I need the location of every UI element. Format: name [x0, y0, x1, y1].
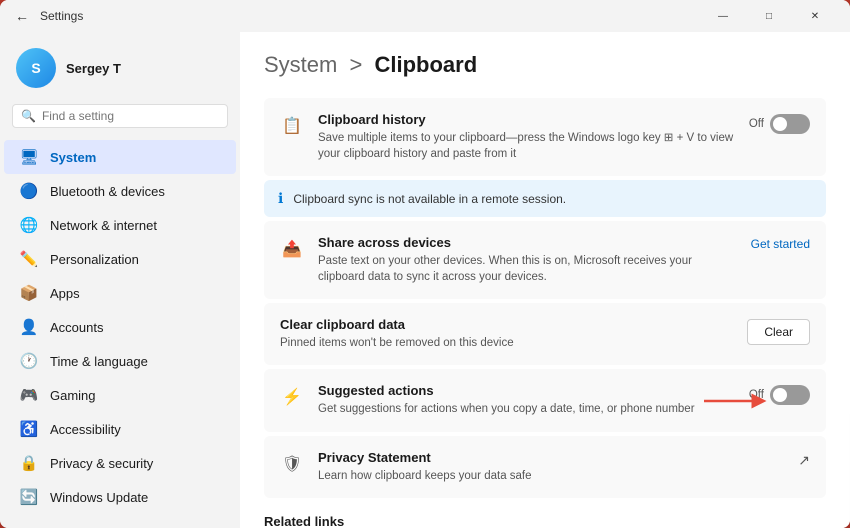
clear-clipboard-title: Clear clipboard data [280, 317, 733, 332]
accessibility-icon: ♿ [20, 420, 38, 438]
suggested-actions-icon: ⚡ [280, 385, 304, 409]
user-name: Sergey T [66, 61, 121, 76]
sidebar-item-apps[interactable]: 📦 Apps [4, 276, 236, 310]
privacy-label: Privacy & security [50, 456, 153, 471]
accessibility-label: Accessibility [50, 422, 121, 437]
content-area: S Sergey T 🔍 🖥 System 🔵 Bluetooth & devi… [0, 32, 850, 528]
avatar: S [16, 48, 56, 88]
settings-window: ← Settings — □ ✕ S Sergey T 🔍 🖥 System 🔵… [0, 0, 850, 528]
privacy-statement-card: 🛡 Privacy Statement Learn how clipboard … [264, 436, 826, 498]
personalization-icon: ✏️ [20, 250, 38, 268]
clipboard-history-desc: Save multiple items to your clipboard—pr… [318, 130, 735, 162]
main-content: System > Clipboard 📋 Clipboard history S… [240, 32, 850, 528]
toggle-knob [773, 117, 787, 131]
privacy-icon: 🔒 [20, 454, 38, 472]
privacy-title: Privacy Statement [318, 450, 784, 465]
clipboard-history-card: 📋 Clipboard history Save multiple items … [264, 98, 826, 176]
privacy-body: Privacy Statement Learn how clipboard ke… [318, 450, 784, 484]
get-started-button[interactable]: Get started [751, 237, 810, 251]
share-devices-title: Share across devices [318, 235, 737, 250]
sidebar-item-update[interactable]: 🔄 Windows Update [4, 480, 236, 514]
update-icon: 🔄 [20, 488, 38, 506]
clipboard-history-icon: 📋 [280, 114, 304, 138]
accounts-label: Accounts [50, 320, 103, 335]
minimize-button[interactable]: — [700, 0, 746, 32]
related-links-header: Related links [264, 514, 826, 528]
breadcrumb-parent[interactable]: System [264, 52, 337, 77]
personalization-label: Personalization [50, 252, 139, 267]
system-icon: 🖥 [20, 148, 38, 166]
nav-list: 🖥 System 🔵 Bluetooth & devices 🌐 Network… [0, 140, 240, 514]
info-icon: ℹ [278, 190, 283, 207]
clipboard-history-body: Clipboard history Save multiple items to… [318, 112, 735, 162]
share-devices-card: 📤 Share across devices Paste text on you… [264, 221, 826, 299]
network-label: Network & internet [50, 218, 157, 233]
breadcrumb-current: Clipboard [374, 52, 477, 77]
search-icon: 🔍 [21, 109, 36, 123]
maximize-button[interactable]: □ [746, 0, 792, 32]
back-button[interactable]: ← [12, 6, 32, 26]
sidebar-item-network[interactable]: 🌐 Network & internet [4, 208, 236, 242]
sidebar-item-bluetooth[interactable]: 🔵 Bluetooth & devices [4, 174, 236, 208]
gaming-label: Gaming [50, 388, 96, 403]
bluetooth-icon: 🔵 [20, 182, 38, 200]
accounts-icon: 👤 [20, 318, 38, 336]
suggested-actions-card: ⚡ Suggested actions Get suggestions for … [264, 369, 826, 431]
notice-text: Clipboard sync is not available in a rem… [293, 192, 566, 206]
window-title: Settings [40, 9, 83, 23]
bluetooth-label: Bluetooth & devices [50, 184, 165, 199]
sidebar-item-accessibility[interactable]: ♿ Accessibility [4, 412, 236, 446]
titlebar: ← Settings — □ ✕ [0, 0, 850, 32]
suggested-actions-desc: Get suggestions for actions when you cop… [318, 401, 735, 417]
window-controls: — □ ✕ [700, 0, 838, 32]
sidebar-item-accounts[interactable]: 👤 Accounts [4, 310, 236, 344]
clipboard-history-toggle-label: Off [749, 118, 764, 130]
share-devices-desc: Paste text on your other devices. When t… [318, 253, 737, 285]
gaming-icon: 🎮 [20, 386, 38, 404]
update-label: Windows Update [50, 490, 148, 505]
clear-clipboard-action: Clear [747, 319, 810, 345]
clear-clipboard-body: Clear clipboard data Pinned items won't … [280, 317, 733, 351]
breadcrumb-arrow: > [349, 52, 362, 77]
search-input[interactable] [42, 109, 219, 123]
suggested-actions-action: Off [749, 385, 810, 405]
close-button[interactable]: ✕ [792, 0, 838, 32]
notice-bar: ℹ Clipboard sync is not available in a r… [264, 180, 826, 217]
clear-button[interactable]: Clear [747, 319, 810, 345]
sidebar-item-gaming[interactable]: 🎮 Gaming [4, 378, 236, 412]
system-label: System [50, 150, 96, 165]
sidebar-item-system[interactable]: 🖥 System [4, 140, 236, 174]
privacy-external-icon[interactable]: ↗ [798, 452, 810, 469]
clipboard-history-toggle[interactable] [770, 114, 810, 134]
privacy-icon: 🛡 [280, 452, 304, 476]
share-devices-action: Get started [751, 237, 810, 251]
network-icon: 🌐 [20, 216, 38, 234]
sidebar-item-personalization[interactable]: ✏️ Personalization [4, 242, 236, 276]
share-devices-body: Share across devices Paste text on your … [318, 235, 737, 285]
clipboard-history-action: Off [749, 114, 810, 134]
clear-clipboard-card: Clear clipboard data Pinned items won't … [264, 303, 826, 365]
suggested-actions-toggle[interactable] [770, 385, 810, 405]
sidebar-item-time[interactable]: 🕐 Time & language [4, 344, 236, 378]
privacy-desc: Learn how clipboard keeps your data safe [318, 468, 784, 484]
suggested-toggle-knob [773, 388, 787, 402]
suggested-actions-body: Suggested actions Get suggestions for ac… [318, 383, 735, 417]
breadcrumb: System > Clipboard [264, 52, 826, 78]
suggested-actions-toggle-label: Off [749, 389, 764, 401]
user-section: S Sergey T [0, 40, 240, 104]
suggested-actions-title: Suggested actions [318, 383, 735, 398]
search-box[interactable]: 🔍 [12, 104, 228, 128]
clipboard-history-title: Clipboard history [318, 112, 735, 127]
privacy-action: ↗ [798, 452, 810, 469]
apps-icon: 📦 [20, 284, 38, 302]
sidebar-item-privacy[interactable]: 🔒 Privacy & security [4, 446, 236, 480]
time-label: Time & language [50, 354, 148, 369]
clear-clipboard-desc: Pinned items won't be removed on this de… [280, 335, 733, 351]
apps-label: Apps [50, 286, 80, 301]
share-devices-icon: 📤 [280, 237, 304, 261]
sidebar: S Sergey T 🔍 🖥 System 🔵 Bluetooth & devi… [0, 32, 240, 528]
time-icon: 🕐 [20, 352, 38, 370]
